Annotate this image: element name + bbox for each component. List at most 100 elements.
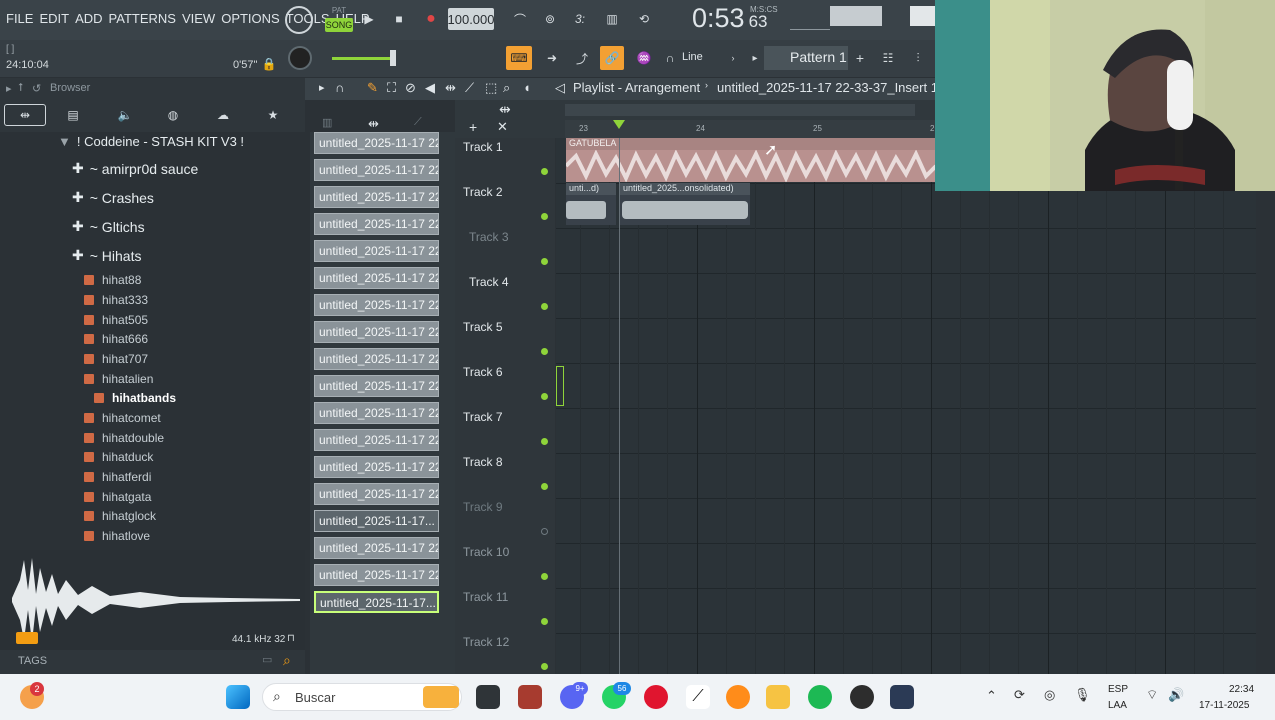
clip-item[interactable]: untitled_2025-11-17 22-... (314, 375, 439, 397)
playback-icon[interactable]: ◖ (523, 80, 531, 95)
track-enable-led[interactable] (541, 618, 548, 625)
cloud-icon[interactable]: ☁ (212, 104, 234, 126)
horizontal-scrollbar[interactable] (565, 104, 915, 116)
menu-file[interactable]: FILE (6, 11, 33, 26)
playhead-marker-icon[interactable] (613, 120, 625, 129)
clip-item[interactable]: untitled_2025-11-17... (314, 510, 439, 532)
pin-icon[interactable]: ⊓ (287, 633, 295, 644)
clip-item[interactable]: untitled_2025-11-17 22-... (314, 267, 439, 289)
clip-item-selected[interactable]: untitled_2025-11-17... (314, 591, 439, 613)
windows-start-icon[interactable] (226, 685, 250, 709)
menu-patterns[interactable]: PATTERNS (109, 11, 176, 26)
track-header[interactable]: Track 2 (455, 183, 555, 228)
slip-icon[interactable]: ⇹ (445, 80, 456, 96)
clip-item[interactable]: untitled_2025-11-17 22-... (314, 483, 439, 505)
track-header[interactable]: Track 11 (455, 588, 555, 633)
play-icon[interactable]: ▶ (358, 8, 380, 30)
app-icon-1[interactable] (518, 685, 542, 709)
picker-grid-icon[interactable]: ▥ (322, 116, 332, 129)
add-pattern-icon[interactable]: + (852, 46, 868, 70)
search-icon[interactable]: ⌕ (283, 652, 291, 669)
select-icon[interactable]: ⬚ (485, 80, 497, 96)
taskbar-search-box[interactable]: ⌕ Buscar (262, 683, 462, 711)
magnet-icon[interactable]: ∩ (662, 46, 678, 70)
clip-item[interactable]: untitled_2025-11-17 22-... (314, 348, 439, 370)
track-header[interactable]: Track 8 (455, 453, 555, 498)
magnet-snap-icon[interactable]: ∩ (335, 80, 344, 95)
history-icon[interactable]: ↺ (32, 82, 41, 95)
arrangement-grid[interactable]: GATUBELA unti...d) untitled_2025...onsol… (556, 138, 1256, 674)
picker-audio-icon[interactable]: ⇹ (368, 116, 379, 132)
track-disabled-led[interactable] (541, 528, 548, 535)
microphone-icon[interactable]: 🎙 (1074, 687, 1091, 703)
mute-icon[interactable]: ◀ (425, 80, 435, 96)
capcut-icon[interactable]: ⟋ (686, 685, 710, 709)
tray-sync-icon[interactable]: ⟳ (1014, 687, 1025, 703)
tray-chevron-icon[interactable]: ⌃ (986, 688, 997, 704)
add-track-icon[interactable]: + (469, 119, 477, 135)
track-enable-led[interactable] (541, 393, 548, 400)
detach-icon[interactable]: ⤴ (570, 46, 594, 70)
wifi-icon[interactable]: ⌔ (1146, 687, 1158, 703)
track-enable-led[interactable] (541, 573, 548, 580)
file-item[interactable]: hihatcomet (84, 411, 161, 425)
typing-keyboard-icon[interactable]: ⌨ (506, 46, 532, 70)
clock-time[interactable]: 22:34 (1229, 684, 1254, 695)
song-mode[interactable]: SONG (325, 18, 353, 32)
master-volume-knob[interactable] (285, 6, 313, 34)
file-item[interactable]: hihat707 (84, 352, 148, 366)
file-item[interactable]: hihat88 (84, 273, 141, 287)
folder-hihats[interactable]: ✚ ~ Hihats (72, 247, 141, 264)
clip-item[interactable]: untitled_2025-11-17 22-... (314, 159, 439, 181)
slider-handle[interactable] (390, 50, 396, 66)
step-edit-icon[interactable]: ▥ (600, 8, 624, 30)
mixer-icon[interactable]: ⫶ (906, 46, 930, 70)
clip-item[interactable]: untitled_2025-11-17 22-... (314, 132, 439, 154)
track-enable-led[interactable] (541, 483, 548, 490)
wait-input-icon[interactable]: ⊚ (538, 8, 562, 30)
file-item[interactable]: hihat505 (84, 313, 148, 327)
lock-icon[interactable]: 🔒 (262, 57, 277, 71)
clip-item[interactable]: untitled_2025-11-17 22-... (314, 240, 439, 262)
pat-mode[interactable]: PAT (325, 4, 353, 16)
folder-open-icon[interactable]: ▭ (262, 653, 272, 666)
clip-item[interactable]: untitled_2025-11-17 22-... (314, 213, 439, 235)
master-pitch-knob[interactable] (288, 46, 312, 70)
clip-item[interactable]: untitled_2025-11-17 22-... (314, 321, 439, 343)
track-header[interactable]: Track 7 (455, 408, 555, 453)
slice-icon[interactable]: ⟋ (465, 80, 474, 96)
clip-item[interactable]: untitled_2025-11-17 22-... (314, 456, 439, 478)
playlist-speaker-icon[interactable]: ◁ (555, 80, 565, 96)
menu-edit[interactable]: EDIT (39, 11, 69, 26)
close-icon[interactable]: ✕ (497, 119, 508, 135)
browser-arrow-icon[interactable]: ▸ (6, 82, 12, 95)
audio-clip-consolidated[interactable]: untitled_2025...onsolidated) (620, 183, 750, 225)
paint-icon[interactable]: ⛶ (387, 80, 396, 96)
track-header[interactable]: Track 1 (455, 138, 555, 183)
link-icon[interactable]: 🔗 (600, 46, 624, 70)
track-header[interactable]: Track 10 (455, 543, 555, 588)
shuffle-icon[interactable]: ⇹ (499, 101, 511, 118)
playlist-menu-arrow-icon[interactable]: ▸ (319, 81, 325, 94)
clip-item[interactable]: untitled_2025-11-17 22-... (314, 564, 439, 586)
track-enable-led[interactable] (541, 168, 548, 175)
menu-add[interactable]: ADD (75, 11, 102, 26)
track-enable-led[interactable] (541, 213, 548, 220)
metronome-icon[interactable]: ⌒ (508, 8, 532, 30)
file-item-selected[interactable]: hihatbands (94, 391, 176, 405)
app-icon-2[interactable] (890, 685, 914, 709)
file-item[interactable]: hihatferdi (84, 470, 151, 484)
track-enable-led[interactable] (541, 438, 548, 445)
pattern-selector[interactable]: Pattern 1 (764, 46, 848, 70)
track-enable-led[interactable] (541, 663, 548, 670)
up-arrow-icon[interactable]: ⭡ (18, 82, 23, 95)
file-item[interactable]: hihatalien (84, 372, 153, 386)
opera-icon[interactable] (644, 685, 668, 709)
language-code[interactable]: ESP (1108, 684, 1128, 695)
snap-selector[interactable]: Line (682, 51, 703, 63)
track-enable-led[interactable] (541, 348, 548, 355)
clip-item[interactable]: untitled_2025-11-17 22-... (314, 537, 439, 559)
file-item[interactable]: hihatduck (84, 450, 153, 464)
track-enable-led[interactable] (541, 303, 548, 310)
menu-view[interactable]: VIEW (182, 11, 215, 26)
